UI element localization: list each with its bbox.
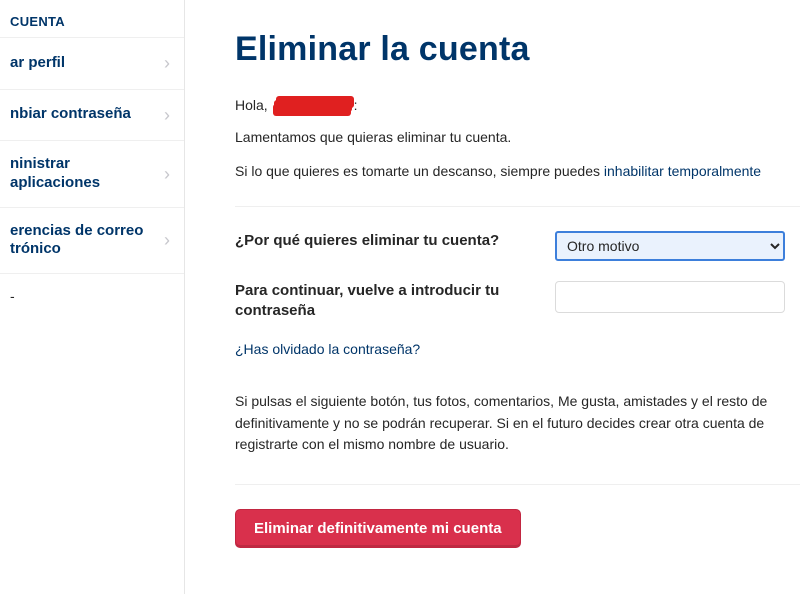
intro-p1: Lamentamos que quieras eliminar tu cuent… — [235, 127, 800, 147]
reason-label: ¿Por qué quieres eliminar tu cuenta? — [235, 231, 555, 251]
main-content: Eliminar la cuenta Hola, : Lamentamos qu… — [185, 0, 800, 594]
reason-row: ¿Por qué quieres eliminar tu cuenta? Otr… — [235, 231, 800, 261]
reason-select[interactable]: Otro motivo — [555, 231, 785, 261]
sidebar: CUENTA ar perfil › nbiar contraseña › ni… — [0, 0, 185, 594]
chevron-right-icon: › — [164, 52, 170, 75]
page-title: Eliminar la cuenta — [235, 30, 800, 69]
sidebar-item-more: - — [0, 274, 184, 318]
greeting-suffix: : — [354, 97, 358, 113]
delete-form: ¿Por qué quieres eliminar tu cuenta? Otr… — [235, 231, 800, 358]
greeting: Hola, : — [235, 97, 800, 113]
sidebar-item-change-password[interactable]: nbiar contraseña › — [0, 90, 184, 142]
delete-warning: Si pulsas el siguiente botón, tus fotos,… — [235, 391, 800, 485]
sidebar-item-edit-profile[interactable]: ar perfil › — [0, 38, 184, 90]
redacted-username — [274, 100, 352, 112]
sidebar-item-label: ar perfil — [10, 54, 156, 73]
app-root: CUENTA ar perfil › nbiar contraseña › ni… — [0, 0, 800, 594]
sidebar-item-label: ninistrar aplicaciones — [10, 155, 156, 193]
password-input[interactable] — [555, 281, 785, 313]
delete-account-button[interactable]: Eliminar definitivamente mi cuenta — [235, 509, 521, 548]
password-label: Para continuar, vuelve a introducir tu c… — [235, 281, 555, 322]
password-row: Para continuar, vuelve a introducir tu c… — [235, 281, 800, 322]
intro-p2-text: Si lo que quieres es tomarte un descanso… — [235, 163, 604, 179]
sidebar-item-email-prefs[interactable]: erencias de correo trónico › — [0, 208, 184, 275]
chevron-right-icon: › — [164, 229, 170, 252]
sidebar-item-label: erencias de correo trónico — [10, 222, 156, 260]
sidebar-item-manage-apps[interactable]: ninistrar aplicaciones › — [0, 141, 184, 208]
sidebar-header: CUENTA — [0, 0, 184, 38]
sidebar-item-label: nbiar contraseña — [10, 105, 156, 124]
forgot-password-link[interactable]: ¿Has olvidado la contraseña? — [235, 341, 420, 357]
intro-p2: Si lo que quieres es tomarte un descanso… — [235, 161, 800, 206]
disable-temporarily-link[interactable]: inhabilitar temporalmente — [604, 163, 761, 179]
chevron-right-icon: › — [164, 163, 170, 186]
chevron-right-icon: › — [164, 104, 170, 127]
greeting-prefix: Hola, — [235, 97, 272, 113]
